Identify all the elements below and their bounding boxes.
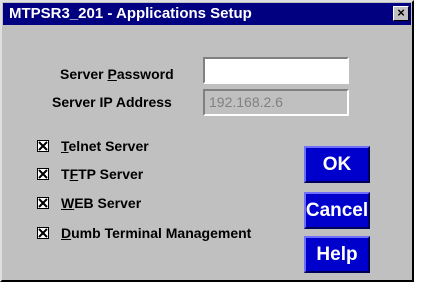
check-x-icon bbox=[38, 228, 48, 238]
close-icon: × bbox=[397, 5, 405, 20]
check-x-icon bbox=[38, 198, 48, 208]
dumb-terminal-checkbox-row[interactable]: Dumb Terminal Management bbox=[37, 223, 251, 243]
close-button[interactable]: × bbox=[393, 6, 409, 21]
web-server-checkbox-row[interactable]: WEB Server bbox=[37, 193, 141, 213]
cancel-button[interactable]: Cancel bbox=[304, 192, 370, 229]
server-ip-label: Server IP Address bbox=[52, 94, 172, 110]
applications-setup-dialog: MTPSR3_201 - Applications Setup × Server… bbox=[0, 0, 414, 282]
check-x-icon bbox=[38, 141, 48, 151]
help-button[interactable]: Help bbox=[304, 236, 370, 273]
server-ip-field: 192.168.2.6 bbox=[203, 89, 349, 116]
web-server-label: WEB Server bbox=[61, 195, 142, 211]
server-ip-value: 192.168.2.6 bbox=[209, 94, 283, 110]
server-password-label: Server Password bbox=[60, 66, 174, 82]
ok-button[interactable]: OK bbox=[304, 146, 370, 183]
window-title: MTPSR3_201 - Applications Setup bbox=[9, 5, 252, 22]
tftp-server-label: TFTP Server bbox=[61, 166, 144, 182]
telnet-server-label: Telnet Server bbox=[61, 138, 149, 154]
dumb-terminal-checkbox[interactable] bbox=[37, 227, 49, 239]
tftp-server-checkbox[interactable] bbox=[37, 168, 49, 180]
dumb-terminal-label: Dumb Terminal Management bbox=[61, 225, 252, 241]
telnet-server-checkbox[interactable] bbox=[37, 140, 49, 152]
check-x-icon bbox=[38, 169, 48, 179]
tftp-server-checkbox-row[interactable]: TFTP Server bbox=[37, 164, 143, 184]
title-bar[interactable]: MTPSR3_201 - Applications Setup × bbox=[3, 3, 411, 25]
server-password-input[interactable] bbox=[203, 57, 349, 84]
web-server-checkbox[interactable] bbox=[37, 197, 49, 209]
telnet-server-checkbox-row[interactable]: Telnet Server bbox=[37, 136, 149, 156]
